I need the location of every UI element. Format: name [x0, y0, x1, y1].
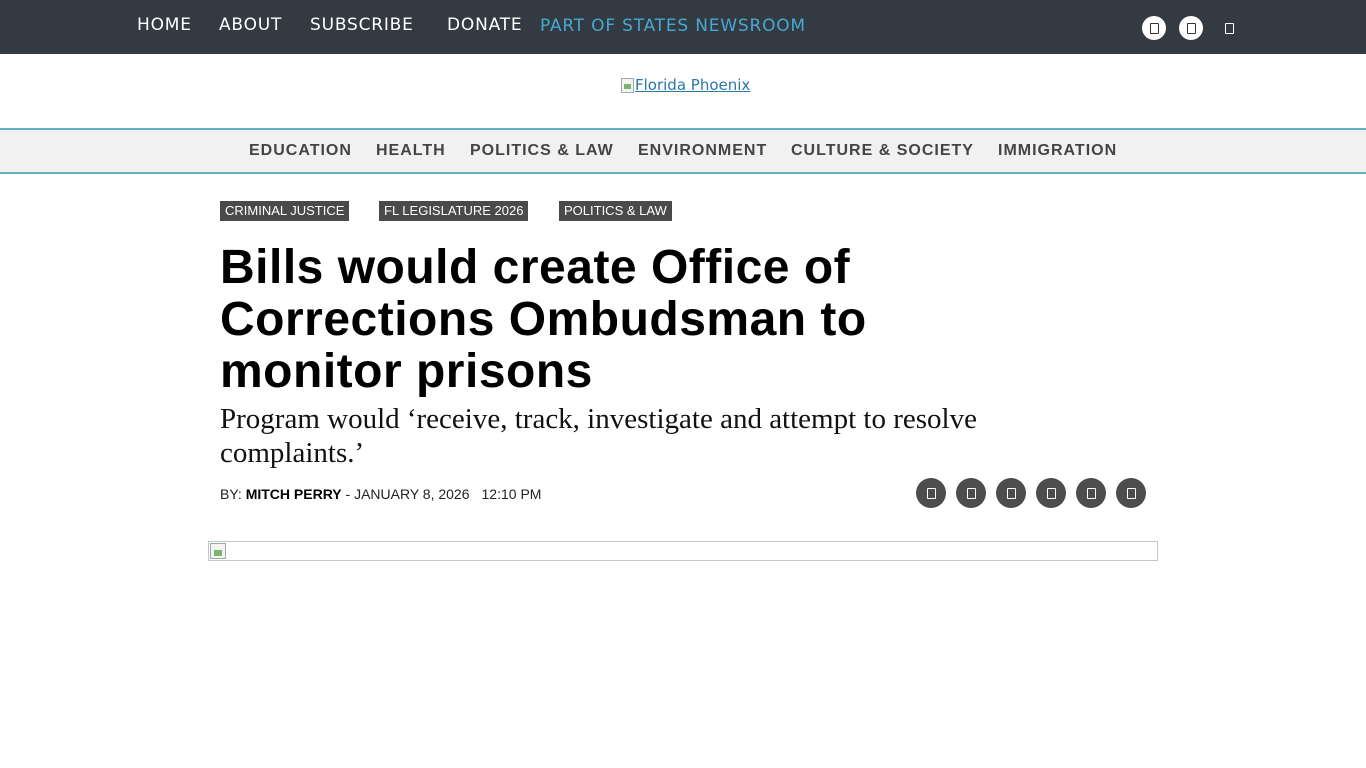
- email-glyph: [1046, 487, 1056, 499]
- search-glyph: [1224, 22, 1234, 34]
- linkedin-glyph: [1006, 487, 1016, 499]
- article-headline: Bills would create Office of Corrections…: [220, 241, 867, 398]
- share-email-icon[interactable]: [1036, 478, 1066, 508]
- nav-subscribe-link[interactable]: SUBSCRIBE: [310, 15, 414, 35]
- broken-image-icon: [621, 77, 634, 93]
- twitter-glyph: [966, 487, 976, 499]
- share-print-icon[interactable]: [1076, 478, 1106, 508]
- broken-image-icon: [210, 543, 226, 559]
- nav-home-link[interactable]: HOME: [137, 15, 192, 35]
- nav-about-link[interactable]: ABOUT: [219, 15, 282, 35]
- share-glyph: [1126, 487, 1136, 499]
- byline-prefix: BY:: [220, 486, 246, 502]
- category-immigration[interactable]: IMMIGRATION: [998, 142, 1117, 160]
- states-newsroom-link[interactable]: PART OF STATES NEWSROOM: [540, 16, 806, 36]
- twitter-glyph: [1186, 22, 1196, 34]
- share-more-icon[interactable]: [1116, 478, 1146, 508]
- author-link[interactable]: MITCH PERRY: [246, 486, 342, 502]
- category-health[interactable]: HEALTH: [376, 142, 446, 160]
- publish-date: - JANUARY 8, 2026: [341, 486, 470, 502]
- featured-image: [208, 541, 1158, 561]
- tag-politics-law[interactable]: POLITICS & LAW: [559, 201, 672, 221]
- share-twitter-icon[interactable]: [956, 478, 986, 508]
- publish-time: 12:10 PM: [481, 486, 542, 502]
- tag-fl-legislature[interactable]: FL LEGISLATURE 2026: [379, 201, 529, 221]
- category-politics-law[interactable]: POLITICS & LAW: [470, 142, 614, 160]
- byline: BY: MITCH PERRY - JANUARY 8, 2026 12:10 P…: [220, 486, 541, 502]
- article-subhead: Program would ‘receive, track, investiga…: [220, 403, 977, 469]
- category-culture-society[interactable]: CULTURE & SOCIETY: [791, 142, 974, 160]
- site-logo[interactable]: Florida Phoenix: [621, 74, 750, 96]
- facebook-glyph: [1149, 22, 1159, 34]
- twitter-icon[interactable]: [1179, 16, 1203, 40]
- top-bar: HOME ABOUT SUBSCRIBE DONATE PART OF STAT…: [0, 0, 1366, 54]
- print-glyph: [1086, 487, 1096, 499]
- facebook-icon[interactable]: [1142, 16, 1166, 40]
- facebook-glyph: [926, 487, 936, 499]
- share-linkedin-icon[interactable]: [996, 478, 1026, 508]
- category-education[interactable]: EDUCATION: [249, 142, 352, 160]
- nav-donate-link[interactable]: DONATE: [447, 15, 522, 35]
- category-nav: EDUCATION HEALTH POLITICS & LAW ENVIRONM…: [0, 128, 1366, 174]
- category-environment[interactable]: ENVIRONMENT: [638, 142, 767, 160]
- tag-criminal-justice[interactable]: CRIMINAL JUSTICE: [220, 201, 350, 221]
- logo-alt-text: Florida Phoenix: [635, 76, 751, 94]
- search-icon[interactable]: [1217, 16, 1241, 40]
- share-facebook-icon[interactable]: [916, 478, 946, 508]
